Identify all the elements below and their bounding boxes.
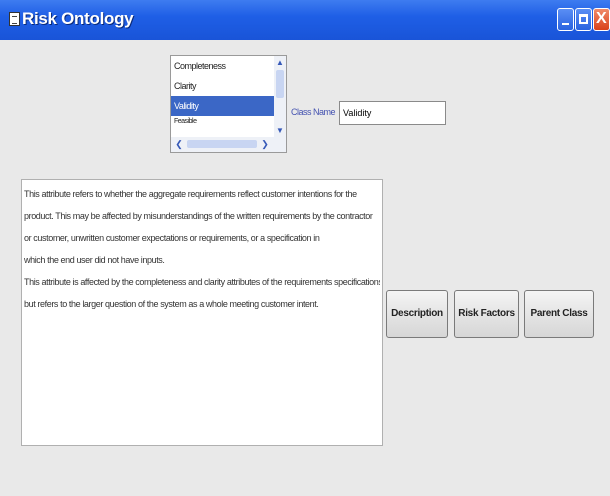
description-line: which the end user did not have inputs. (24, 255, 165, 265)
scroll-thumb[interactable] (276, 70, 284, 98)
parent-class-button[interactable]: Parent Class (524, 290, 594, 338)
title-bar: Risk Ontology X (0, 0, 610, 40)
maximize-button[interactable] (575, 8, 592, 31)
description-text-area[interactable]: This attribute refers to whether the agg… (21, 179, 383, 446)
scroll-right-icon[interactable]: ❯ (259, 138, 271, 150)
description-line: product. This may be affected by misunde… (24, 211, 373, 221)
close-button[interactable]: X (593, 8, 610, 31)
list-item[interactable]: Feasible (171, 116, 275, 126)
horizontal-scrollbar[interactable]: ❮ ❯ (171, 137, 286, 152)
list-item[interactable]: Completeness (171, 56, 275, 76)
minimize-button[interactable] (557, 8, 574, 31)
list-item-selected[interactable]: Validity (171, 96, 275, 116)
risk-factors-button[interactable]: Risk Factors (454, 290, 519, 338)
class-list[interactable]: Completeness Clarity Validity Feasible ▲… (170, 55, 287, 153)
description-line: This attribute refers to whether the agg… (24, 189, 357, 199)
description-line: but refers to the larger question of the… (24, 299, 319, 309)
list-item[interactable]: Clarity (171, 76, 275, 96)
scroll-thumb-horizontal[interactable] (187, 140, 257, 148)
class-list-items: Completeness Clarity Validity Feasible (171, 56, 275, 138)
close-icon: X (596, 10, 607, 27)
class-name-label: Class Name (291, 107, 336, 117)
window-title: Risk Ontology (22, 9, 134, 28)
scroll-left-icon[interactable]: ❮ (173, 138, 185, 150)
vertical-scrollbar[interactable]: ▲ ▼ (274, 56, 286, 138)
class-name-field[interactable] (339, 101, 446, 125)
scroll-up-icon[interactable]: ▲ (275, 58, 285, 68)
scroll-down-icon[interactable]: ▼ (275, 126, 285, 136)
app-icon (9, 12, 20, 26)
description-line: This attribute is affected by the comple… (24, 277, 380, 287)
description-line: or customer, unwritten customer expectat… (24, 233, 320, 243)
description-button[interactable]: Description (386, 290, 448, 338)
